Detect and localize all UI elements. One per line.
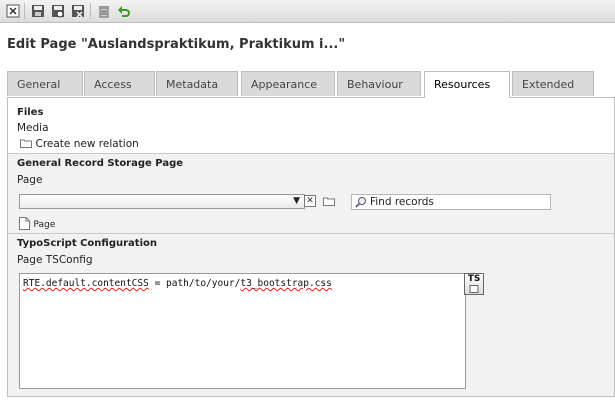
tab-access[interactable]: Access <box>84 71 155 96</box>
page-icon <box>19 217 30 233</box>
media-label: Media <box>17 122 49 134</box>
create-new-relation-label: Create new relation <box>35 138 139 150</box>
delete-icon[interactable] <box>97 4 111 18</box>
page-item[interactable]: Page <box>19 217 55 233</box>
find-records-input[interactable]: Find records <box>351 194 551 210</box>
tab-bar: General Access Metadata Appearance Behav… <box>7 71 615 98</box>
dropdown-arrow-icon: ▼ <box>293 196 300 206</box>
doc-header-toolbar <box>0 0 615 23</box>
remove-selected-icon[interactable]: ✕ <box>304 195 316 207</box>
tab-appearance[interactable]: Appearance <box>241 71 335 96</box>
section-title-storage: General Record Storage Page <box>17 158 184 169</box>
search-icon <box>355 196 367 212</box>
resources-panel: Files Media Create new relation General … <box>7 97 615 397</box>
section-title-files: Files <box>17 107 44 118</box>
document-icon <box>469 285 479 293</box>
tab-label: Extended <box>522 78 575 91</box>
files-section: Files Media Create new relation <box>8 98 614 153</box>
tab-label: Metadata <box>166 78 219 91</box>
tab-label: Behaviour <box>347 78 403 91</box>
tab-label: Appearance <box>251 78 318 91</box>
tab-resources[interactable]: Resources <box>424 71 510 98</box>
tab-general[interactable]: General <box>7 71 83 96</box>
typoscript-editor-button[interactable]: TS <box>464 273 484 295</box>
undo-icon[interactable] <box>117 4 131 18</box>
save-close-icon[interactable] <box>71 4 85 18</box>
tab-extended[interactable]: Extended <box>512 71 594 96</box>
page-title: Edit Page "Auslandspraktikum, Praktikum … <box>7 37 346 52</box>
page-tsconfig-textarea[interactable]: RTE.default.contentCSS = path/to/your/t3… <box>19 273 466 389</box>
save-view-icon[interactable] <box>51 4 65 18</box>
find-records-text: Find records <box>370 196 434 208</box>
save-icon[interactable] <box>31 4 45 18</box>
ts-button-label: TS <box>467 274 481 284</box>
code-prefix: RTE.default.contentCSS <box>23 278 149 289</box>
storage-page-select[interactable]: ▼ <box>19 194 305 209</box>
tab-label: Resources <box>434 78 491 91</box>
typoscript-section: TypoScript Configuration Page TSConfig R… <box>8 234 614 396</box>
code-rest: = path/to/your/ <box>148 278 241 289</box>
toolbar-separator <box>24 3 25 19</box>
tab-label: Access <box>94 78 132 91</box>
page-item-label: Page <box>33 220 56 230</box>
storage-section: General Record Storage Page Page ▼ ✕ Fin… <box>8 154 614 233</box>
close-icon[interactable] <box>6 4 20 18</box>
folder-icon <box>20 138 32 151</box>
page-label: Page <box>17 174 43 186</box>
tab-behaviour[interactable]: Behaviour <box>337 71 421 96</box>
tab-label: General <box>17 78 61 91</box>
code-file: t3_bootstrap.css <box>240 278 332 289</box>
create-new-relation-link[interactable]: Create new relation <box>20 137 139 151</box>
toolbar-separator <box>90 3 91 19</box>
folder-icon[interactable] <box>323 196 335 209</box>
page-tsconfig-label: Page TSConfig <box>17 254 93 266</box>
tab-metadata[interactable]: Metadata <box>156 71 238 96</box>
section-title-typoscript: TypoScript Configuration <box>17 238 157 249</box>
